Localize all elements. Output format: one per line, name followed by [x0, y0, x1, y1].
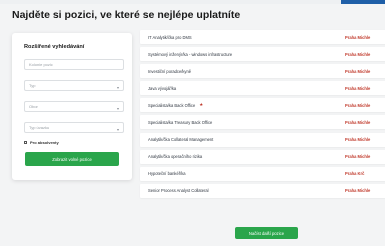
page-title: Najděte si pozici, ve které se nejlépe u… [12, 9, 241, 21]
chevron-down-icon: ▾ [116, 85, 119, 90]
job-row[interactable]: Java vývojář/ka Praha Michle [140, 81, 385, 96]
job-title[interactable]: Analytik/čka Collateral Management [148, 137, 213, 142]
job-title[interactable]: Hypoteční bankéř/ka [148, 171, 186, 176]
field-select-label: Obor [29, 104, 38, 109]
search-input[interactable] [29, 60, 119, 69]
job-title[interactable]: Analytik/čka operačního rizika [148, 154, 202, 159]
job-location: Praha Michle [345, 68, 371, 74]
job-row[interactable]: Senior Process Analyst Collateral Praha … [140, 183, 385, 198]
job-row[interactable]: Investiční poradce/kyně Praha Michle [140, 64, 385, 79]
search-field[interactable] [24, 59, 124, 70]
employment-type-select-label: Typ úvazku [29, 125, 50, 130]
filter-panel: Rozšířené vyhledávání Typ ▾ Obor ▾ Typ ú… [12, 33, 132, 180]
type-select[interactable]: Typ ▾ [24, 80, 124, 91]
graduates-checkbox-label: Pro absolventy [30, 140, 59, 145]
job-location: Praha Michle [345, 85, 371, 91]
job-location: Praha Michle [345, 188, 371, 194]
type-select-label: Typ [29, 83, 36, 88]
job-location: Praha Michle [345, 51, 371, 57]
job-title[interactable]: IT Analytik/čka pro DMS [148, 35, 192, 40]
graduates-checkbox[interactable] [24, 141, 27, 144]
job-location: Praha Michle [345, 137, 371, 143]
load-more-button[interactable]: Načíst další pozice [235, 227, 298, 239]
job-title[interactable]: Systémový inženýr/ka - windows infrastru… [148, 52, 232, 57]
job-location: Praha Michle [345, 154, 371, 160]
job-location: Praha Michle [345, 119, 371, 125]
chevron-down-icon: ▾ [116, 106, 119, 111]
show-positions-button[interactable]: Zobrazit volné pozice [25, 152, 119, 166]
top-bar-accent [341, 0, 385, 4]
filter-title: Rozšířené vyhledávání [24, 44, 85, 50]
job-row[interactable]: IT Analytik/čka pro DMS Praha Michle [140, 30, 385, 44]
top-bar [0, 0, 385, 4]
employment-type-select[interactable]: Typ úvazku ▾ [24, 122, 124, 133]
new-badge-icon: ★ [199, 102, 204, 108]
job-title[interactable]: Specialista/ka Treasury Back Office [148, 120, 212, 125]
chevron-down-icon: ▾ [116, 127, 119, 132]
job-row[interactable]: Specialista/ka Treasury Back Office Prah… [140, 115, 385, 130]
job-location: Praha Michle [345, 102, 371, 108]
job-row[interactable]: Hypoteční bankéř/ka Praha Krč [140, 166, 385, 181]
job-list: IT Analytik/čka pro DMS Praha Michle Sys… [140, 30, 385, 201]
job-title[interactable]: Senior Process Analyst Collateral [148, 188, 209, 193]
job-title[interactable]: Specialista/ka Back Office [148, 103, 195, 108]
job-title[interactable]: Investiční poradce/kyně [148, 69, 191, 74]
graduates-checkbox-row[interactable]: Pro absolventy [24, 140, 123, 145]
job-location: Praha Krč [345, 171, 365, 177]
job-title[interactable]: Java vývojář/ka [148, 86, 176, 91]
job-row[interactable]: Analytik/čka Collateral Management Praha… [140, 132, 385, 147]
job-title-wrap[interactable]: Specialista/ka Back Office ★ [148, 102, 203, 108]
field-select[interactable]: Obor ▾ [24, 101, 124, 112]
job-row[interactable]: Systémový inženýr/ka - windows infrastru… [140, 47, 385, 62]
job-row[interactable]: Specialista/ka Back Office ★ Praha Michl… [140, 98, 385, 113]
job-row[interactable]: Analytik/čka operačního rizika Praha Mic… [140, 149, 385, 164]
job-location: Praha Michle [345, 34, 371, 40]
